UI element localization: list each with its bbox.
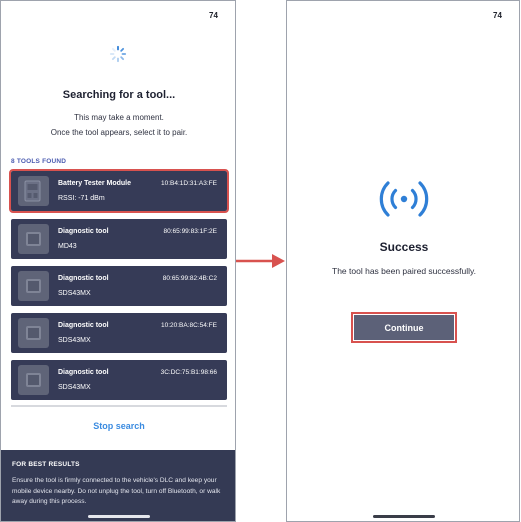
diagnostic-tool-icon bbox=[18, 224, 49, 254]
subtitle-line-1: This may take a moment. bbox=[74, 113, 164, 122]
page-title: Searching for a tool... bbox=[62, 89, 176, 101]
tool-mac-address: 80:65:99:83:1F:2E bbox=[163, 228, 218, 235]
tool-model: SDS43MX bbox=[58, 384, 91, 391]
status-bar-time: 74 bbox=[493, 11, 502, 20]
best-results-panel: FOR BEST RESULTS Ensure the tool is firm… bbox=[1, 450, 235, 521]
tool-rssi: RSSI: -71 dBm bbox=[58, 195, 105, 202]
tool-name: Diagnostic tool bbox=[58, 228, 109, 235]
best-results-title: FOR BEST RESULTS bbox=[12, 461, 80, 468]
tool-mac-address: 10:20:BA:8C:54:FE bbox=[160, 322, 217, 329]
home-indicator[interactable] bbox=[88, 515, 150, 518]
tool-card[interactable]: Diagnostic tool 80:65:99:83:1F:2E MD43 bbox=[11, 219, 227, 259]
battery-tester-thumbnail bbox=[18, 176, 49, 206]
list-scroll-divider bbox=[11, 405, 227, 407]
tool-name: Diagnostic tool bbox=[58, 322, 109, 329]
flow-arrow-icon bbox=[236, 254, 285, 268]
diagnostic-tool-icon bbox=[18, 318, 49, 348]
subtitle-line-2: Once the tool appears, select it to pair… bbox=[50, 128, 188, 137]
searching-screen: 74 Searching for a tool... This may take… bbox=[0, 0, 236, 522]
success-screen: 74 Success The tool has been paired succ… bbox=[286, 0, 520, 522]
tool-model: MD43 bbox=[58, 243, 77, 250]
wireless-signal-icon bbox=[379, 181, 429, 217]
tool-name: Diagnostic tool bbox=[58, 369, 109, 376]
tool-name: Battery Tester Module bbox=[58, 180, 131, 187]
tool-card[interactable]: Diagnostic tool 3C:DC:75:B1:98:66 SDS43M… bbox=[11, 360, 227, 400]
tool-mac-address: 80:65:99:82:4B:C2 bbox=[162, 275, 217, 282]
tools-found-label: 8 TOOLS FOUND bbox=[11, 158, 67, 165]
success-message: The tool has been paired successfully. bbox=[332, 266, 476, 276]
tool-model: SDS43MX bbox=[58, 337, 91, 344]
tool-mac-address: 3C:DC:75:B1:98:66 bbox=[160, 369, 217, 376]
tool-card-battery-tester[interactable]: Battery Tester Module 10:B4:1D:31:A3:FE … bbox=[9, 169, 229, 213]
tool-name: Diagnostic tool bbox=[58, 275, 109, 282]
diagnostic-tool-icon bbox=[18, 271, 49, 301]
tool-card[interactable]: Diagnostic tool 10:20:BA:8C:54:FE SDS43M… bbox=[11, 313, 227, 353]
stop-search-button[interactable]: Stop search bbox=[1, 421, 235, 431]
best-results-text: Ensure the tool is firmly connected to t… bbox=[12, 477, 221, 505]
status-bar-time: 74 bbox=[209, 11, 218, 20]
tool-card[interactable]: Diagnostic tool 80:65:99:82:4B:C2 SDS43M… bbox=[11, 266, 227, 306]
tool-mac-address: 10:B4:1D:31:A3:FE bbox=[160, 180, 217, 187]
home-indicator[interactable] bbox=[373, 515, 435, 518]
diagnostic-tool-icon bbox=[18, 365, 49, 395]
continue-button[interactable]: Continue bbox=[351, 312, 457, 343]
success-title: Success bbox=[379, 240, 429, 254]
tool-model: SDS43MX bbox=[58, 290, 91, 297]
battery-tester-device-icon bbox=[24, 180, 41, 202]
loading-spinner-icon bbox=[109, 45, 127, 63]
